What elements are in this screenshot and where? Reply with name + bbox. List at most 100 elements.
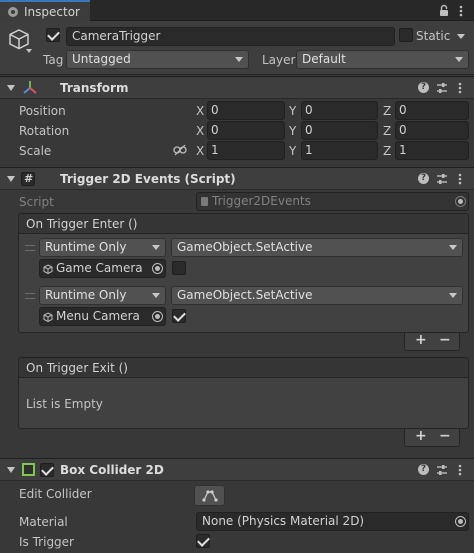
position-x-field[interactable]: 0 bbox=[207, 101, 285, 120]
inspector-tab-label: Inspector bbox=[24, 5, 80, 19]
transform-title: Transform bbox=[60, 81, 129, 95]
on-trigger-enter-list: Runtime Only GameObject.SetActive Game C… bbox=[18, 233, 469, 333]
exit-list-footer: + − bbox=[404, 428, 460, 447]
script-file-icon: # bbox=[21, 172, 35, 186]
help-icon[interactable]: ? bbox=[418, 464, 429, 475]
scale-label: Scale bbox=[19, 144, 52, 158]
is-trigger-checkbox[interactable] bbox=[196, 534, 210, 548]
rotation-x-label[interactable]: X bbox=[196, 123, 204, 139]
add-entry-button[interactable]: + bbox=[415, 332, 427, 348]
transform-icon bbox=[23, 81, 37, 94]
position-y-label[interactable]: Y bbox=[289, 103, 296, 119]
box-collider-foldout-arrow[interactable] bbox=[7, 467, 15, 473]
position-label: Position bbox=[19, 104, 66, 118]
object-picker-icon[interactable] bbox=[152, 311, 163, 322]
component-menu-icon[interactable] bbox=[458, 82, 462, 94]
trigger-events-foldout-arrow[interactable] bbox=[7, 176, 15, 182]
chevron-down-icon bbox=[449, 245, 457, 250]
edit-collider-button[interactable] bbox=[194, 485, 225, 506]
entry-2-target-field[interactable]: Menu Camera bbox=[39, 307, 166, 326]
layer-label: Layer bbox=[262, 53, 296, 67]
position-z-label[interactable]: Z bbox=[383, 103, 391, 119]
on-trigger-exit-header: On Trigger Exit () bbox=[18, 357, 469, 378]
layer-value: Default bbox=[302, 52, 346, 66]
entry-2-mode-dropdown[interactable]: Runtime Only bbox=[39, 286, 166, 305]
help-icon[interactable]: ? bbox=[418, 82, 429, 93]
enter-list-footer: + − bbox=[404, 332, 460, 351]
on-trigger-enter-header: On Trigger Enter () bbox=[18, 213, 469, 234]
entry-2-function: GameObject.SetActive bbox=[177, 288, 313, 302]
scale-x-field[interactable]: 1 bbox=[207, 141, 285, 160]
transform-foldout-arrow[interactable] bbox=[7, 85, 15, 91]
inspector-tab[interactable]: Inspector bbox=[0, 0, 90, 21]
object-picker-icon[interactable] bbox=[455, 516, 466, 527]
link-scale-icon[interactable] bbox=[173, 144, 187, 156]
entry-1-function-dropdown[interactable]: GameObject.SetActive bbox=[171, 238, 463, 257]
chevron-down-icon bbox=[455, 57, 463, 62]
rotation-label: Rotation bbox=[19, 124, 70, 138]
entry-2-function-dropdown[interactable]: GameObject.SetActive bbox=[171, 286, 463, 305]
rotation-y-label[interactable]: Y bbox=[289, 123, 296, 139]
entry-1-value-checkbox[interactable] bbox=[172, 261, 186, 275]
material-field[interactable]: None (Physics Material 2D) bbox=[196, 512, 469, 531]
presets-icon[interactable] bbox=[436, 173, 448, 185]
static-checkbox[interactable] bbox=[399, 28, 413, 42]
lock-icon[interactable] bbox=[438, 4, 450, 17]
on-trigger-exit-list: List is Empty bbox=[18, 377, 469, 429]
help-icon[interactable]: ? bbox=[418, 173, 429, 184]
presets-icon[interactable] bbox=[436, 464, 448, 476]
object-picker-icon bbox=[455, 196, 466, 207]
object-name-field[interactable]: CameraTrigger bbox=[66, 27, 395, 46]
inspector-tab-bar: Inspector bbox=[0, 0, 474, 21]
layer-dropdown[interactable]: Default bbox=[296, 50, 469, 69]
entry-1-function: GameObject.SetActive bbox=[177, 240, 313, 254]
position-y-field[interactable]: 0 bbox=[301, 101, 378, 120]
on-trigger-enter-title: On Trigger Enter () bbox=[26, 217, 138, 231]
is-trigger-label: Is Trigger bbox=[19, 535, 74, 549]
object-picker-icon[interactable] bbox=[152, 263, 163, 274]
script-value: Trigger2DEvents bbox=[212, 194, 311, 208]
scale-z-field[interactable]: 1 bbox=[395, 141, 469, 160]
drag-handle-icon[interactable] bbox=[25, 245, 35, 251]
remove-entry-button[interactable]: − bbox=[439, 332, 451, 348]
scale-z-label[interactable]: Z bbox=[383, 143, 391, 159]
rotation-z-label[interactable]: Z bbox=[383, 123, 391, 139]
box-collider-icon bbox=[22, 463, 35, 476]
tag-dropdown[interactable]: Untagged bbox=[66, 50, 249, 69]
entry-1-target-field[interactable]: Game Camera bbox=[39, 259, 166, 278]
rotation-x-field[interactable]: 0 bbox=[207, 121, 285, 140]
scale-x-label[interactable]: X bbox=[196, 143, 204, 159]
box-collider-enabled-checkbox[interactable] bbox=[40, 463, 54, 477]
rotation-y-field[interactable]: 0 bbox=[301, 121, 378, 140]
component-menu-icon[interactable] bbox=[458, 173, 462, 185]
entry-1-mode-dropdown[interactable]: Runtime Only bbox=[39, 238, 166, 257]
scale-y-field[interactable]: 1 bbox=[301, 141, 378, 160]
trigger-events-header[interactable]: # Trigger 2D Events (Script) ? bbox=[0, 167, 474, 190]
rotation-z-field[interactable]: 0 bbox=[395, 121, 469, 140]
component-menu-icon[interactable] bbox=[458, 464, 462, 476]
add-entry-button[interactable]: + bbox=[415, 428, 427, 444]
gameobject-header: CameraTrigger Static Tag Untagged Layer … bbox=[0, 21, 474, 75]
entry-2-target: Menu Camera bbox=[56, 309, 140, 323]
drag-handle-icon[interactable] bbox=[25, 293, 35, 299]
trigger-events-title: Trigger 2D Events (Script) bbox=[60, 172, 236, 186]
gameobject-cube-icon[interactable] bbox=[8, 28, 30, 50]
tab-menu-icon[interactable] bbox=[459, 5, 463, 17]
active-checkbox[interactable] bbox=[46, 28, 60, 42]
tag-value: Untagged bbox=[72, 52, 131, 66]
static-dropdown-arrow[interactable] bbox=[457, 34, 465, 39]
entry-2-mode: Runtime Only bbox=[45, 288, 127, 302]
scale-y-label[interactable]: Y bbox=[289, 143, 296, 159]
entry-2-value-checkbox[interactable] bbox=[172, 309, 186, 323]
position-x-label[interactable]: X bbox=[196, 103, 204, 119]
inspector-icon bbox=[8, 7, 18, 17]
position-z-field[interactable]: 0 bbox=[395, 101, 469, 120]
tag-label: Tag bbox=[43, 53, 64, 67]
presets-icon[interactable] bbox=[436, 82, 448, 94]
chevron-down-icon bbox=[152, 245, 160, 250]
transform-header[interactable]: Transform ? bbox=[0, 76, 474, 99]
icon-dropdown-arrow[interactable] bbox=[26, 49, 32, 53]
box-collider-header[interactable]: Box Collider 2D ? bbox=[0, 458, 474, 481]
remove-entry-button[interactable]: − bbox=[439, 428, 451, 444]
chevron-down-icon bbox=[152, 293, 160, 298]
